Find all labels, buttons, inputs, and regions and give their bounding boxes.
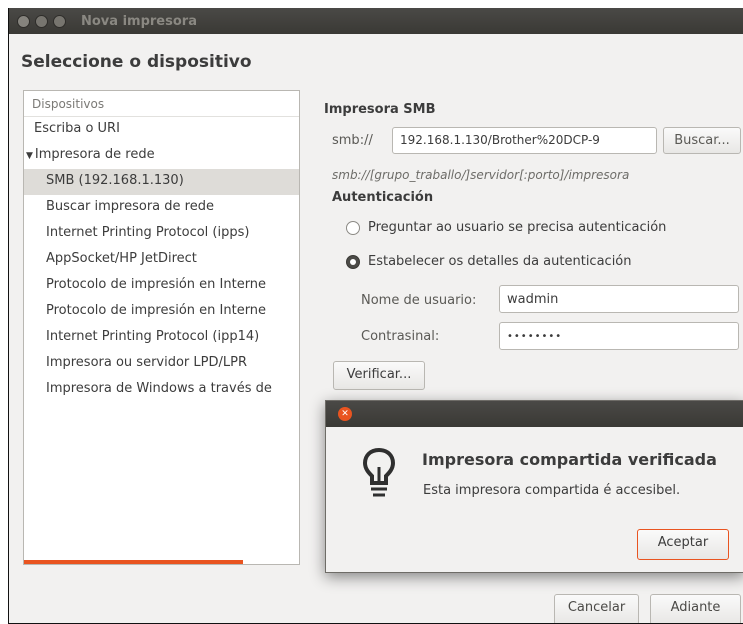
page-title: Seleccione o dispositivo — [21, 52, 252, 72]
smb-uri-hint: smb://[grupo_traballo/]servidor[:porto]/… — [332, 168, 630, 182]
device-list-item-label: Escriba o URI — [34, 121, 120, 136]
minimize-window-button[interactable] — [35, 14, 48, 28]
device-list-item[interactable]: Internet Printing Protocol (ipps) — [24, 221, 299, 247]
device-list-item-label: Protocolo de impresión en Interne — [46, 277, 267, 292]
dialog-title-bar: ✕ — [326, 401, 743, 427]
dialog-close-icon[interactable]: ✕ — [338, 407, 352, 421]
device-list-item[interactable]: Protocolo de impresión en Interne — [24, 273, 299, 299]
dialog-title: Impresora compartida verificada — [422, 450, 717, 469]
dialog-message: Esta impresora compartida é accesibel. — [423, 483, 681, 498]
smb-section-title: Impresora SMB — [324, 102, 436, 117]
radio-set-auth-indicator[interactable] — [346, 254, 360, 269]
device-list-item[interactable]: Buscar impresora de rede — [24, 195, 299, 221]
radio-set-auth-label: Estabelecer os detalles da autenticación — [368, 254, 632, 269]
device-list-item[interactable]: Escriba o URI — [24, 117, 299, 143]
device-list-item[interactable]: ▼ Impresora de rede — [24, 143, 299, 169]
device-list-item-label: SMB (192.168.1.130) — [46, 173, 184, 188]
device-list-item-label: Buscar impresora de rede — [46, 199, 214, 214]
device-list-header: Dispositivos — [24, 91, 299, 117]
device-list-item[interactable]: Impresora ou servidor LPD/LPR — [24, 351, 299, 377]
device-list-item-label: AppSocket/HP JetDirect — [46, 251, 197, 266]
device-list-item[interactable]: Impresora de Windows a través de — [24, 377, 299, 403]
browse-button[interactable]: Buscar... — [663, 127, 741, 154]
verify-button[interactable]: Verificar... — [333, 361, 425, 390]
new-printer-window: Nova impresora Seleccione o dispositivo … — [8, 8, 743, 624]
username-label: Nome de usuario: — [361, 293, 477, 308]
device-list-item[interactable]: AppSocket/HP JetDirect — [24, 247, 299, 273]
device-list-item-label: Protocolo de impresión en Interne — [46, 303, 267, 318]
device-list-item-label: Internet Printing Protocol (ipp14) — [46, 329, 260, 344]
password-label: Contrasinal: — [361, 329, 440, 344]
cancel-button[interactable]: Cancelar — [554, 594, 639, 623]
forward-button[interactable]: Adiante — [650, 594, 741, 623]
password-input[interactable]: •••••••• — [499, 322, 739, 350]
smb-prefix-label: smb:// — [332, 133, 373, 148]
radio-ask-auth-indicator[interactable] — [346, 220, 360, 235]
auth-section-title: Autenticación — [332, 190, 434, 205]
ok-button[interactable]: Aceptar — [637, 529, 729, 560]
device-list-item-label: Internet Printing Protocol (ipps) — [46, 225, 250, 240]
radio-ask-auth[interactable]: Preguntar ao usuario se precisa autentic… — [346, 220, 666, 235]
close-window-button[interactable] — [17, 14, 30, 28]
device-list-item-label: Impresora ou servidor LPD/LPR — [46, 355, 247, 370]
device-list-item-label: Impresora de rede — [34, 147, 155, 162]
radio-ask-auth-label: Preguntar ao usuario se precisa autentic… — [368, 220, 667, 235]
device-list-item[interactable]: Internet Printing Protocol (ipp14) — [24, 325, 299, 351]
maximize-window-button[interactable] — [53, 14, 66, 28]
expander-icon[interactable]: ▼ — [26, 151, 33, 161]
device-list-item-label: Impresora de Windows a través de — [46, 381, 272, 396]
verification-dialog: ✕ Impresora compartida verificada Esta i… — [325, 400, 743, 573]
radio-set-auth[interactable]: Estabelecer os detalles da autenticación — [346, 254, 632, 269]
window-title: Nova impresora — [81, 13, 197, 29]
smb-uri-input[interactable]: 192.168.1.130/Brother%20DCP-9 — [392, 127, 657, 154]
username-input[interactable]: wadmin — [499, 285, 739, 313]
device-list[interactable]: Dispositivos Escriba o URI ▼ Impresora de … — [23, 90, 300, 565]
lightbulb-icon — [362, 447, 396, 497]
device-list-item[interactable]: SMB (192.168.1.130) — [24, 169, 299, 195]
horizontal-scrollbar[interactable] — [24, 560, 243, 564]
title-bar: Nova impresora — [9, 8, 743, 34]
device-list-item[interactable]: Protocolo de impresión en Interne — [24, 299, 299, 325]
